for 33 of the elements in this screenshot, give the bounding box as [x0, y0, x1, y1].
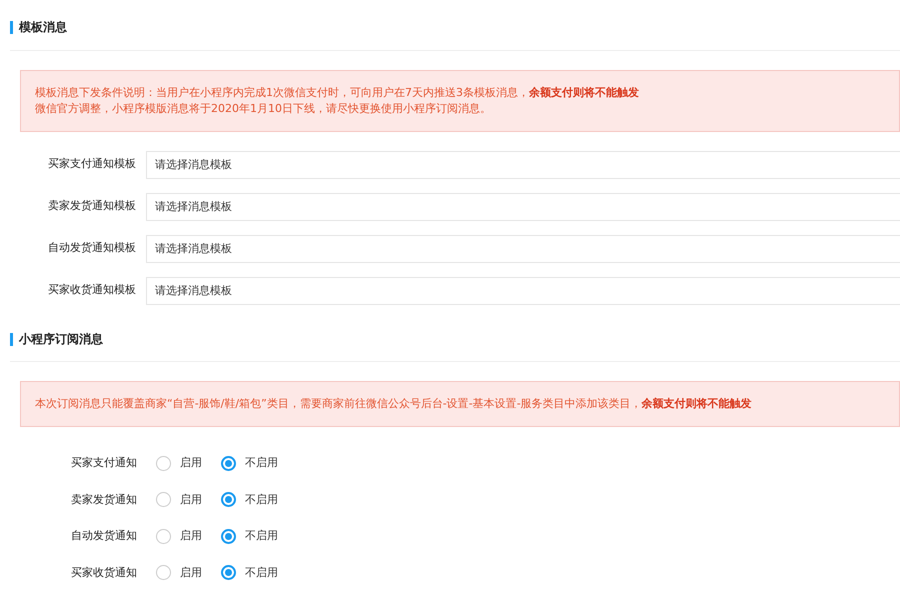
field-label: 自动发货通知模板	[47, 240, 136, 256]
option-label: 启用	[180, 528, 202, 544]
radio-button[interactable]	[221, 565, 236, 580]
select-field[interactable]: 请选择消息模板	[146, 234, 900, 262]
field-label: 买家收货通知模板	[47, 282, 136, 298]
radio-button[interactable]	[156, 528, 171, 544]
notice-text: 本次订阅消息只能覆盖商家“自营-服饰/鞋/箱包”类目，需要商家前往微信公众号后台-设置-基本设置-服务类目中添加该类目，余额支付则将不能触发	[35, 396, 753, 412]
radio-button[interactable]	[156, 565, 171, 580]
notice-text: 微信官方调整，小程序模版消息将于2020年1月10日下线，请尽快更换使用小程序订阅消息。	[35, 100, 492, 116]
option-label: 启用	[180, 492, 202, 508]
option-label: 不启用	[245, 455, 278, 471]
radio-button[interactable]	[156, 492, 171, 508]
radio-button[interactable]	[221, 456, 236, 471]
section-title: 模板消息	[10, 21, 67, 34]
field-label: 买家支付通知模板	[47, 156, 136, 172]
field-label: 卖家发货通知模板	[47, 198, 136, 214]
field-label: 买家收货通知	[70, 564, 137, 580]
option-label: 不启用	[245, 564, 278, 580]
section-title: 小程序订阅消息	[10, 332, 103, 346]
radio-button[interactable]	[221, 528, 236, 544]
radio-button[interactable]	[221, 492, 236, 508]
field-label: 买家支付通知	[70, 455, 137, 471]
select-field[interactable]: 请选择消息模板	[146, 192, 900, 220]
option-label: 不启用	[245, 528, 278, 544]
notice-text: 模板消息下发条件说明：当用户在小程序内完成1次微信支付时，可向用户在7天内推送3条模板消息，余额支付则将不能触发	[35, 84, 640, 100]
select-field[interactable]: 请选择消息模板	[146, 276, 900, 304]
option-label: 启用	[180, 455, 202, 471]
select-field[interactable]: 请选择消息模板	[146, 150, 900, 178]
field-label: 卖家发货通知	[70, 492, 137, 508]
radio-button[interactable]	[156, 456, 171, 471]
option-label: 不启用	[245, 492, 278, 508]
field-label: 自动发货通知	[70, 528, 137, 544]
option-label: 启用	[180, 564, 202, 580]
